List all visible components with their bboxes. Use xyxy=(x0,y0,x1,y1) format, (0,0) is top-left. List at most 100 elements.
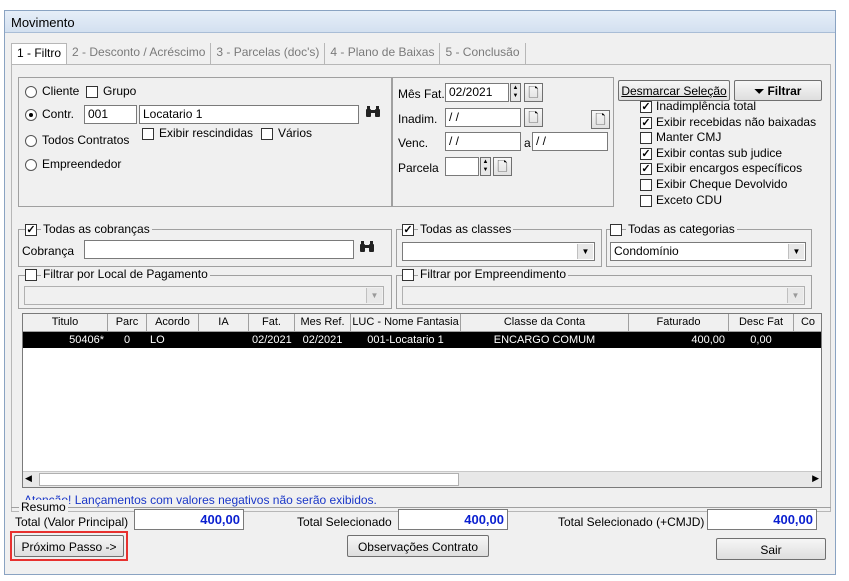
mes-fat-page-icon[interactable]: 🗋 xyxy=(524,83,543,102)
window-title: Movimento xyxy=(11,15,75,30)
grid-column-header[interactable]: Acordo xyxy=(147,314,199,332)
exibir-rescindidas-checkbox[interactable] xyxy=(142,128,154,140)
contr-name-input[interactable]: Locatario 1 xyxy=(139,105,359,124)
option-checkbox[interactable] xyxy=(640,132,652,145)
cobranca-input[interactable] xyxy=(84,240,354,259)
table-cell: 0,00 xyxy=(750,334,772,346)
option-label: Inadimplência total xyxy=(656,99,757,113)
option-label: Manter CMJ xyxy=(656,130,722,145)
grid-column-header[interactable]: Mes Ref. xyxy=(295,314,351,332)
todas-classes-checkbox[interactable]: ✓ xyxy=(402,224,414,236)
page-icon[interactable]: 🗋 xyxy=(591,110,610,129)
inadim-input[interactable]: / / xyxy=(445,108,521,127)
grid-column-header[interactable]: Co xyxy=(794,314,821,332)
table-row[interactable]: 50406* 0 LO 02/2021 02/2021 001-Locatario 1 EN… xyxy=(23,332,821,348)
horizontal-scrollbar[interactable]: ◀ ▶ xyxy=(23,471,821,487)
todas-cobrancas-checkbox[interactable]: ✓ xyxy=(25,224,37,236)
observacoes-contrato-button[interactable]: Observações Contrato xyxy=(347,535,489,557)
grid-column-header[interactable]: LUC - Nome Fantasia xyxy=(351,314,461,332)
option-checkbox[interactable] xyxy=(640,194,652,207)
contr-code-input[interactable]: 001 xyxy=(84,105,137,124)
cobranca-binoculars-icon[interactable] xyxy=(357,240,376,259)
tab-parcelas[interactable]: 3 - Parcelas (doc's) xyxy=(211,43,326,64)
mes-fat-input[interactable]: 02/2021 xyxy=(445,83,509,102)
table-cell: 02/2021 xyxy=(302,334,343,346)
scroll-left-icon[interactable]: ◀ xyxy=(25,473,32,484)
option-label: Exibir Cheque Devolvido xyxy=(656,177,788,191)
todas-cobrancas-label: Todas as cobranças xyxy=(41,222,152,236)
option-label: Exibir recebidas não baixadas xyxy=(656,114,817,129)
cobranca-label: Cobrança xyxy=(22,244,75,258)
parcela-page-icon[interactable]: 🗋 xyxy=(493,157,512,176)
filtrar-button[interactable]: ⏷ Filtrar xyxy=(734,80,822,101)
table-cell: LO xyxy=(150,334,165,346)
tab-conclusao[interactable]: 5 - Conclusão xyxy=(440,43,526,64)
binoculars-icon[interactable] xyxy=(363,105,382,124)
categorias-dropdown[interactable]: Condomínio ▼ xyxy=(610,242,806,261)
inadim-page-icon[interactable]: 🗋 xyxy=(524,108,543,127)
option-checkbox[interactable]: ✓ xyxy=(640,116,652,129)
sair-button[interactable]: Sair xyxy=(716,538,826,560)
varios-checkbox[interactable] xyxy=(261,128,273,140)
table-cell: ENCARGO COMUM xyxy=(493,334,596,346)
local-pagamento-checkbox[interactable] xyxy=(25,269,37,281)
mes-fat-spinner[interactable]: ▲ ▼ xyxy=(510,83,521,102)
empreendedor-label: Empreendedor xyxy=(42,157,122,171)
todos-contratos-radio[interactable] xyxy=(25,135,37,147)
option-checkbox[interactable] xyxy=(640,179,652,191)
tab-plano-baixas[interactable]: 4 - Plano de Baixas xyxy=(325,43,441,64)
filter-icon: ⏷ xyxy=(754,84,765,98)
grid-column-header[interactable]: Fat. xyxy=(249,314,295,332)
todas-categorias-checkbox[interactable] xyxy=(610,224,622,236)
table-cell xyxy=(794,332,821,348)
parcela-spinner[interactable]: ▲ ▼ xyxy=(480,157,491,176)
option-label: Exibir encargos específicos xyxy=(656,161,803,176)
todas-categorias-label: Todas as categorias xyxy=(626,222,737,236)
empreendimento-checkbox[interactable] xyxy=(402,269,414,281)
cliente-radio[interactable] xyxy=(25,86,37,98)
exibir-rescindidas-label: Exibir rescindidas xyxy=(159,126,254,140)
total-cmjd-label: Total Selecionado (+CMJD) xyxy=(558,515,705,529)
todos-contratos-label: Todos Contratos xyxy=(42,133,130,147)
scroll-right-icon[interactable]: ▶ xyxy=(812,473,819,484)
chevron-down-icon[interactable]: ▼ xyxy=(788,244,804,259)
varios-label: Vários xyxy=(278,126,313,140)
chevron-down-icon: ▼ xyxy=(787,288,803,303)
chevron-down-icon[interactable]: ▼ xyxy=(577,244,593,259)
grid-column-header[interactable]: Parc xyxy=(108,314,147,332)
option-label: Exibir contas sub judice xyxy=(656,145,783,160)
filtrar-label: Filtrar xyxy=(767,84,802,98)
empreendedor-radio[interactable] xyxy=(25,159,37,171)
local-pagamento-dropdown: ▼ xyxy=(24,286,384,305)
grid-column-header[interactable]: Faturado xyxy=(629,314,729,332)
grid-column-header[interactable]: Classe da Conta xyxy=(461,314,629,332)
movimento-grid[interactable]: Titulo Parc Acordo IA Fat. Mes Ref. LUC - Nome… xyxy=(22,313,822,488)
tab-filtro[interactable]: 1 - Filtro xyxy=(11,43,68,65)
grupo-checkbox[interactable] xyxy=(86,86,98,98)
option-label: Exceto CDU xyxy=(656,192,723,207)
categorias-value: Condomínio xyxy=(614,244,679,258)
table-cell: 02/2021 xyxy=(252,334,292,346)
total-selecionado-label: Total Selecionado xyxy=(297,515,392,529)
proximo-passo-button[interactable]: Próximo Passo -> xyxy=(14,535,124,557)
venc-from-input[interactable]: / / xyxy=(445,132,521,151)
option-checkbox[interactable]: ✓ xyxy=(640,147,652,160)
option-checkbox[interactable]: ✓ xyxy=(640,163,652,176)
tab-desconto[interactable]: 2 - Desconto / Acréscimo xyxy=(67,43,212,64)
table-cell: 50406* xyxy=(69,334,104,346)
scroll-thumb[interactable] xyxy=(39,473,459,486)
desmarcar-selecao-button[interactable]: Desmarcar Seleção xyxy=(618,80,730,101)
venc-to-input[interactable]: / / xyxy=(532,132,608,151)
empreendimento-label: Filtrar por Empreendimento xyxy=(418,267,569,281)
grid-column-header[interactable]: IA xyxy=(199,314,249,332)
local-pagamento-label: Filtrar por Local de Pagamento xyxy=(41,267,210,281)
table-cell xyxy=(199,332,249,348)
filter-panel: Cliente Grupo Contr. 001 Locatario 1 Exi… xyxy=(11,64,831,512)
tab-strip: 1 - Filtro 2 - Desconto / Acréscimo 3 - … xyxy=(11,43,526,65)
option-checkbox[interactable]: ✓ xyxy=(640,101,652,113)
parcela-input[interactable] xyxy=(445,157,479,176)
classes-dropdown[interactable]: ▼ xyxy=(402,242,595,261)
contr-radio[interactable] xyxy=(25,109,37,121)
grid-column-header[interactable]: Titulo xyxy=(23,314,108,332)
grid-column-header[interactable]: Desc Fat xyxy=(729,314,794,332)
